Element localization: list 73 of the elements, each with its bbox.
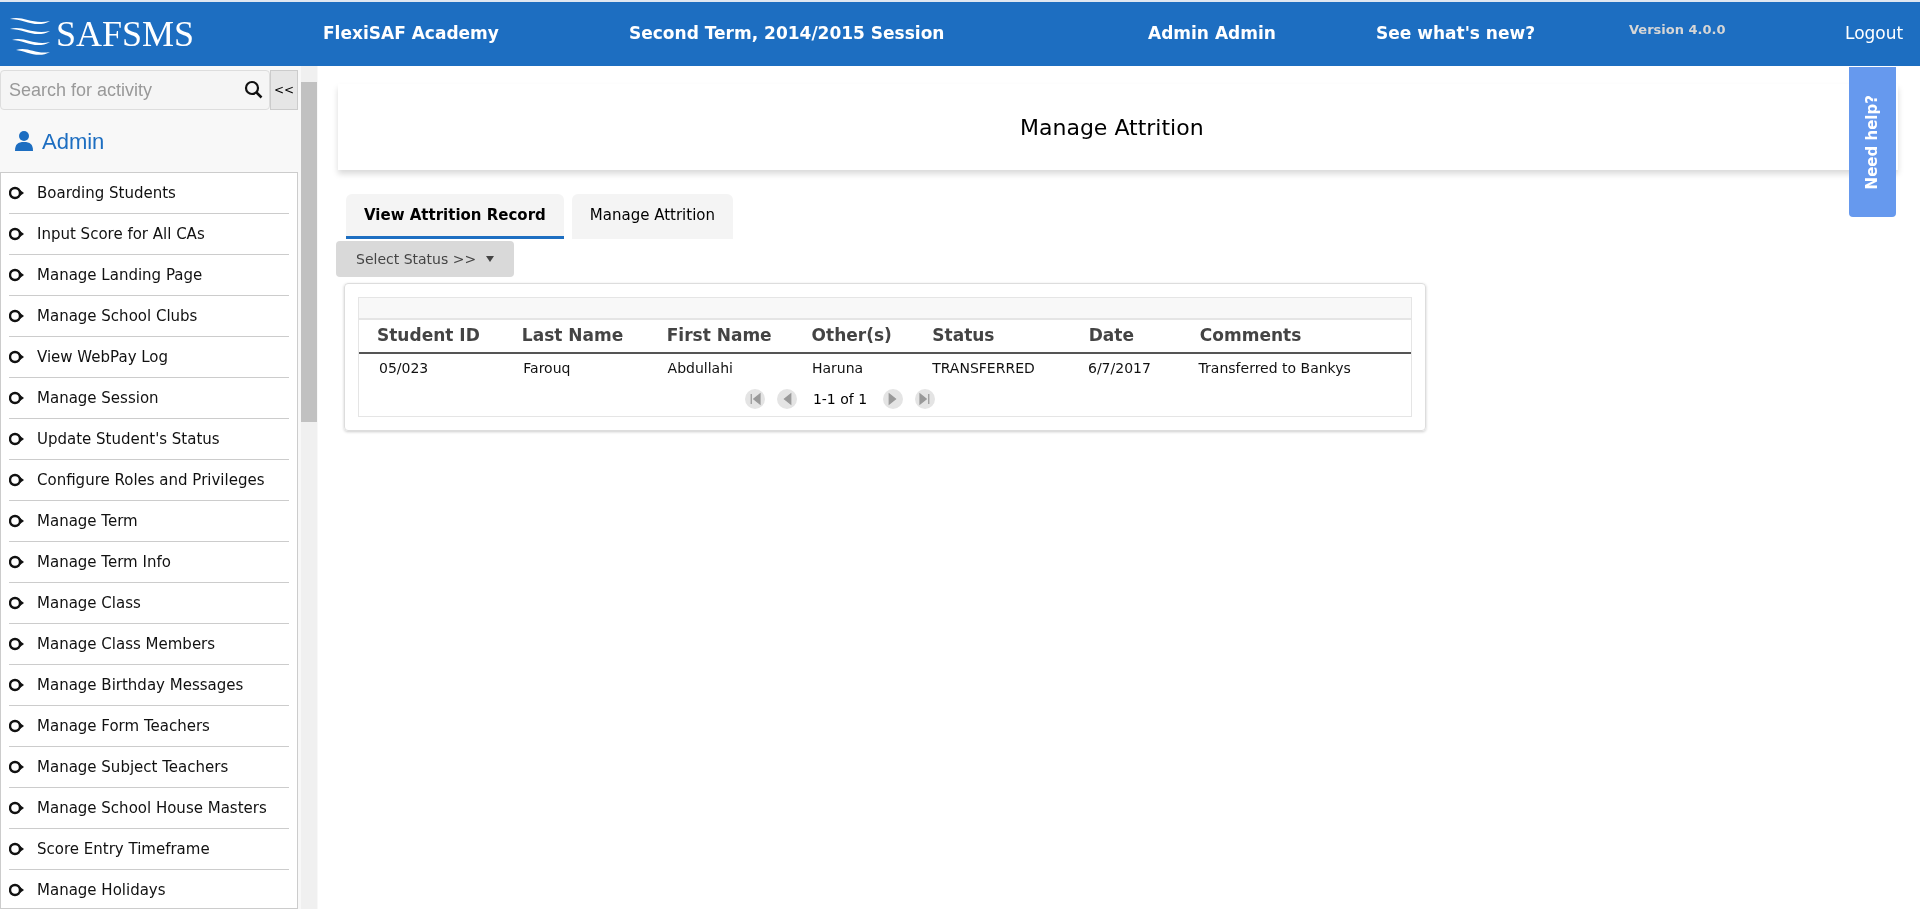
circle-arrow-icon xyxy=(9,637,25,651)
logo-text: SAFSMS xyxy=(56,16,195,52)
scrollbar[interactable] xyxy=(301,66,317,909)
circle-arrow-icon xyxy=(9,801,25,815)
table-cell-text: Farouq xyxy=(523,358,572,378)
column-header: Student ID xyxy=(377,324,481,348)
column-header: Comments xyxy=(1199,324,1303,348)
menu-item[interactable]: Manage Term xyxy=(9,501,289,542)
circle-arrow-icon xyxy=(9,268,25,282)
step-forward-icon[interactable] xyxy=(883,389,904,409)
search-icon[interactable] xyxy=(244,80,264,100)
role-heading: Admin xyxy=(42,127,105,156)
logout-link[interactable]: Logout xyxy=(1845,21,1904,47)
menu-item[interactable]: Manage Form Teachers xyxy=(9,706,289,747)
circle-arrow-icon xyxy=(9,473,25,487)
menu-item[interactable]: View WebPay Log xyxy=(9,337,289,378)
table-cell-text: TRANSFERRED xyxy=(932,358,1036,378)
menu-item[interactable]: Score Entry Timeframe xyxy=(9,829,289,870)
page-title: Manage Attrition xyxy=(1020,113,1204,142)
circle-arrow-icon xyxy=(9,350,25,364)
whats-new-link[interactable]: See what's new? xyxy=(1376,21,1629,47)
circle-arrow-icon xyxy=(9,514,25,528)
tab[interactable]: Manage Attrition xyxy=(571,194,733,239)
menu-item[interactable]: Manage School House Masters xyxy=(9,788,289,829)
column-header: Status xyxy=(932,324,996,348)
circle-arrow-icon xyxy=(9,760,25,774)
menu-item[interactable]: Input Score for All CAs xyxy=(9,214,289,255)
column-header: First Name xyxy=(666,324,773,348)
menu-item[interactable]: Manage School Clubs xyxy=(9,296,289,337)
menu-item[interactable]: Manage Holidays xyxy=(9,870,289,908)
skip-forward-icon[interactable] xyxy=(915,389,936,409)
circle-arrow-icon xyxy=(9,678,25,692)
status-dropdown[interactable]: Select Status >> xyxy=(336,241,514,277)
step-back-icon[interactable] xyxy=(776,389,797,409)
circle-arrow-icon xyxy=(9,186,25,200)
menu-item[interactable]: Configure Roles and Privileges xyxy=(9,460,289,501)
circle-arrow-icon xyxy=(9,555,25,569)
table-cell-text: 05/023 xyxy=(379,358,430,378)
menu-item[interactable]: Manage Term Info xyxy=(9,542,289,583)
table-cell-text: Abdullahi xyxy=(667,358,734,378)
caret-icon xyxy=(486,256,494,262)
school-name: FlexiSAF Academy xyxy=(323,22,500,46)
circle-arrow-icon xyxy=(9,842,25,856)
table-cell-text: 6/7/2017 xyxy=(1088,358,1152,378)
table-cell-text: Transferred to Bankys xyxy=(1198,358,1352,378)
circle-arrow-icon xyxy=(9,391,25,405)
menu-item[interactable]: Manage Landing Page xyxy=(9,255,289,296)
menu-item[interactable]: Update Student's Status xyxy=(9,419,289,460)
column-header: Other(s) xyxy=(811,324,893,348)
skip-back-icon[interactable] xyxy=(744,389,765,409)
circle-arrow-icon xyxy=(9,883,25,897)
circle-arrow-icon xyxy=(9,432,25,446)
collapse-button[interactable]: << xyxy=(270,70,298,110)
column-header: Date xyxy=(1088,324,1135,348)
user-name: Admin Admin xyxy=(1148,22,1277,46)
version-label: Version 4.0.0 xyxy=(1629,21,1727,39)
column-header: Last Name xyxy=(521,324,625,348)
menu-item[interactable]: Manage Birthday Messages xyxy=(9,665,289,706)
user-icon xyxy=(14,130,34,152)
menu-item[interactable]: Manage Class xyxy=(9,583,289,624)
circle-arrow-icon xyxy=(9,227,25,241)
pagination-label: 1-1 of 1 xyxy=(811,389,869,409)
circle-arrow-icon xyxy=(9,719,25,733)
session-label: Second Term, 2014/2015 Session xyxy=(629,22,946,46)
menu-item[interactable]: Manage Subject Teachers xyxy=(9,747,289,788)
circle-arrow-icon xyxy=(9,596,25,610)
menu-item[interactable]: Boarding Students xyxy=(9,173,289,214)
menu-item[interactable]: Manage Class Members xyxy=(9,624,289,665)
tab[interactable]: View Attrition Record xyxy=(346,194,564,239)
table-cell-text: Haruna xyxy=(811,358,865,378)
menu-item[interactable]: Manage Session xyxy=(9,378,289,419)
circle-arrow-icon xyxy=(9,309,25,323)
search-field[interactable]: Search for activity xyxy=(0,70,270,110)
